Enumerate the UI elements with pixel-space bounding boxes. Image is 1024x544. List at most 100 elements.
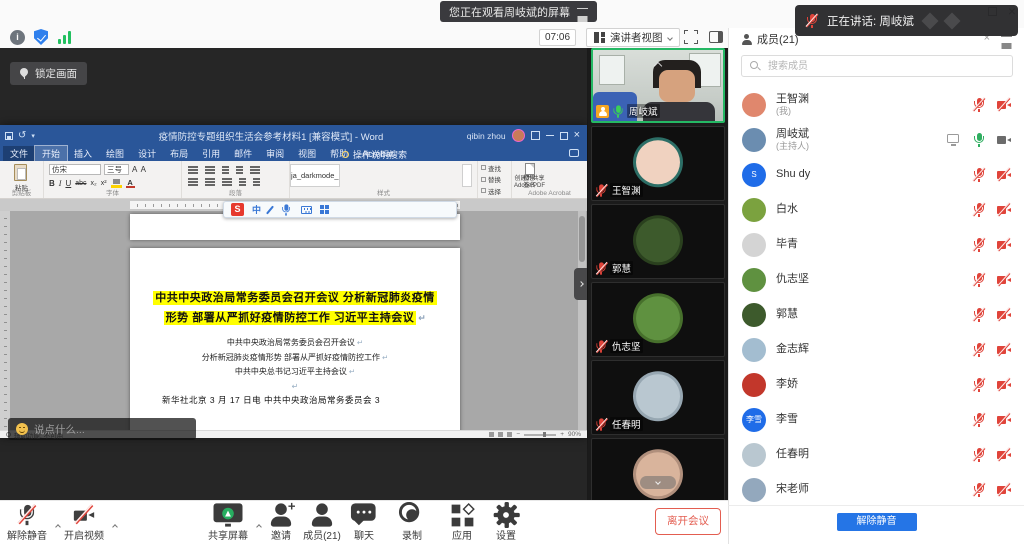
camera-off-icon[interactable] xyxy=(997,168,1011,182)
member-row[interactable]: 毕青 xyxy=(729,227,1024,262)
mic-off-icon[interactable] xyxy=(972,273,986,287)
mic-off-icon[interactable] xyxy=(972,483,986,497)
close-icon[interactable] xyxy=(574,130,580,141)
strikethrough-button[interactable]: abc xyxy=(75,180,86,187)
mic-off-icon[interactable] xyxy=(972,203,986,217)
align-left-icon[interactable] xyxy=(188,178,198,180)
mic-off-icon[interactable] xyxy=(972,413,986,427)
zoom-out-icon[interactable]: − xyxy=(516,431,520,438)
toolbar-item[interactable]: 开启视频 xyxy=(57,504,111,542)
ribbon-tab[interactable]: 绘图 xyxy=(99,146,131,161)
ime-logo-icon[interactable]: S xyxy=(231,203,244,216)
member-row[interactable]: 仇志坚 xyxy=(729,262,1024,297)
video-tile[interactable]: 王智渊 xyxy=(591,126,725,201)
bullet-list-icon[interactable] xyxy=(188,166,198,168)
camera-off-icon[interactable] xyxy=(997,413,1011,427)
subscript-button[interactable]: x₂ xyxy=(91,180,97,187)
ribbon-display-options-icon[interactable] xyxy=(531,131,540,140)
save-icon[interactable] xyxy=(5,132,13,140)
shading-icon[interactable] xyxy=(253,178,260,180)
mic-off-icon[interactable] xyxy=(972,168,986,182)
mic-off-icon[interactable] xyxy=(972,308,986,322)
toolbar-item[interactable]: 聊天 xyxy=(337,504,391,542)
editing-command[interactable]: 查找 xyxy=(481,163,511,173)
sort-icon[interactable] xyxy=(250,166,260,168)
video-tile[interactable]: 郭慧 xyxy=(591,204,725,279)
camera-off-icon[interactable] xyxy=(997,273,1011,287)
fullscreen-icon[interactable] xyxy=(684,30,698,44)
member-row[interactable]: S Shu dy xyxy=(729,157,1024,192)
toolbar-item[interactable]: 解除静音 xyxy=(0,504,54,542)
panel-unmute-button[interactable]: 解除静音 xyxy=(837,513,917,531)
collapse-thumbnails-handle[interactable] xyxy=(574,268,587,300)
minimize-icon[interactable] xyxy=(546,135,554,137)
tell-me-search[interactable]: 操作说明搜索 xyxy=(342,148,407,161)
chevron-up-icon[interactable] xyxy=(113,516,117,534)
camera-off-icon[interactable] xyxy=(997,308,1011,322)
mic-off-icon[interactable] xyxy=(972,238,986,252)
banner-menu-icon[interactable] xyxy=(577,8,588,16)
ribbon-tab[interactable]: 设计 xyxy=(131,146,163,161)
account-avatar[interactable] xyxy=(512,129,525,142)
ime-language-icon[interactable]: 中 xyxy=(252,203,261,216)
qat-dropdown-icon[interactable] xyxy=(31,132,35,140)
zoom-in-icon[interactable]: + xyxy=(560,431,564,438)
voice-input-icon[interactable] xyxy=(280,204,291,215)
member-row[interactable]: 周岐斌 (主持人) xyxy=(729,122,1024,157)
align-right-icon[interactable] xyxy=(222,178,232,180)
scroll-up-button[interactable] xyxy=(655,56,661,74)
ribbon-tab[interactable]: 插入 xyxy=(67,146,99,161)
lock-view-button[interactable]: 锁定画面 xyxy=(10,62,87,85)
video-tile[interactable] xyxy=(591,438,725,500)
mic-on-icon[interactable] xyxy=(972,133,986,147)
camera-off-icon[interactable] xyxy=(997,343,1011,357)
ribbon-tab[interactable]: 邮件 xyxy=(227,146,259,161)
print-layout-icon[interactable] xyxy=(498,432,503,437)
video-tile[interactable]: 任春明 xyxy=(591,360,725,435)
editing-command[interactable]: 选择 xyxy=(481,186,511,196)
video-tile[interactable]: 仇志坚 xyxy=(591,282,725,357)
superscript-button[interactable]: x² xyxy=(101,180,107,187)
toolbar-item[interactable]: 共享屏幕 xyxy=(201,504,255,542)
emoji-icon[interactable] xyxy=(16,423,28,435)
zoom-slider-thumb[interactable] xyxy=(543,432,546,437)
line-spacing-icon[interactable] xyxy=(239,178,246,180)
font-size-box[interactable]: 三号 xyxy=(104,164,129,175)
zoom-slider[interactable] xyxy=(524,434,556,436)
numbered-list-icon[interactable] xyxy=(205,166,215,168)
styles-scroll-buttons[interactable] xyxy=(462,164,472,187)
keyboard-icon[interactable] xyxy=(301,206,312,214)
web-layout-icon[interactable] xyxy=(507,432,512,437)
editing-command[interactable]: 替换 xyxy=(481,174,511,184)
leave-meeting-button[interactable]: 离开会议 xyxy=(655,508,721,535)
indent-increase-icon[interactable] xyxy=(236,166,243,168)
ribbon-tab[interactable]: 布局 xyxy=(163,146,195,161)
undo-icon[interactable] xyxy=(18,131,26,141)
member-row[interactable]: 李娇 xyxy=(729,367,1024,402)
camera-off-icon[interactable] xyxy=(997,203,1011,217)
panel-menu-icon[interactable] xyxy=(1001,36,1012,43)
paste-icon[interactable] xyxy=(14,164,27,181)
document-scrollbar[interactable] xyxy=(578,211,586,430)
read-mode-icon[interactable] xyxy=(489,432,494,437)
mic-off-icon[interactable] xyxy=(972,448,986,462)
handwriting-icon[interactable] xyxy=(266,205,274,214)
member-row[interactable]: 王智渊 (我) xyxy=(729,87,1024,122)
toolbar-item[interactable]: 录制 xyxy=(385,504,439,542)
font-name-box[interactable]: 仿宋 xyxy=(49,164,101,175)
ribbon-tab[interactable]: 视图 xyxy=(291,146,323,161)
ribbon-tab[interactable]: 审阅 xyxy=(259,146,291,161)
chat-quick-input[interactable]: 说点什么... xyxy=(8,418,196,440)
style-item[interactable]: ja_darkmode_ xyxy=(290,164,340,187)
ribbon-tab[interactable]: 引用 xyxy=(195,146,227,161)
member-row[interactable]: 宋老师 xyxy=(729,472,1024,505)
camera-off-icon[interactable] xyxy=(997,98,1011,112)
scrollbar-thumb[interactable] xyxy=(579,216,585,262)
ribbon-tab[interactable]: 文件 xyxy=(3,146,35,161)
member-search-box[interactable] xyxy=(741,55,1013,77)
adobe-button[interactable]: 请求 签名 xyxy=(512,163,547,189)
indent-decrease-icon[interactable] xyxy=(222,166,229,168)
camera-off-icon[interactable] xyxy=(997,483,1011,497)
camera-icon[interactable] xyxy=(997,133,1011,147)
ribbon-tab[interactable]: 开始 xyxy=(35,146,67,161)
